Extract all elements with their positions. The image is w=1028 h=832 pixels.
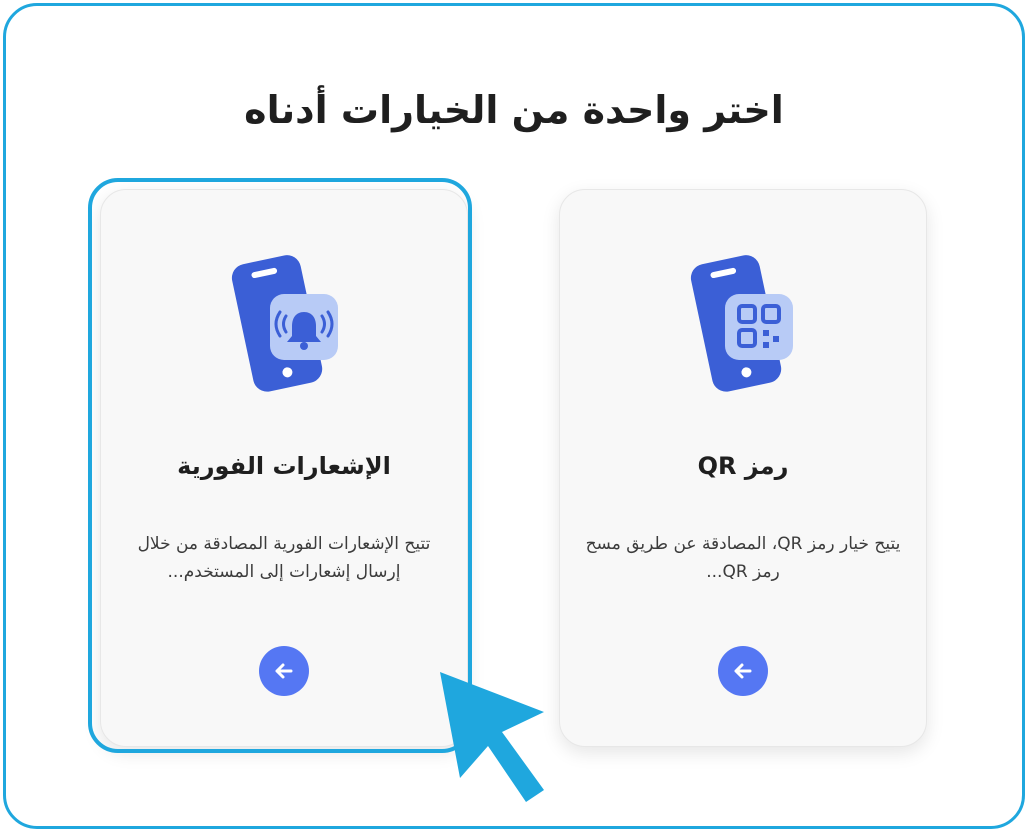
select-qr-code-button[interactable] bbox=[718, 646, 768, 696]
option-card-qr-code[interactable]: رمز QR يتيح خيار رمز QR، المصادقة عن طري… bbox=[559, 189, 927, 747]
selected-outline bbox=[88, 178, 472, 753]
phone-qr-icon bbox=[690, 255, 793, 392]
option-description: يتيح خيار رمز QR، المصادقة عن طريق مسح ر… bbox=[585, 534, 901, 582]
page-title: اختر واحدة من الخيارات أدناه bbox=[244, 88, 784, 132]
mouse-cursor-icon bbox=[440, 672, 544, 802]
arrow-left-icon bbox=[734, 663, 752, 679]
option-title: رمز QR bbox=[697, 452, 789, 480]
